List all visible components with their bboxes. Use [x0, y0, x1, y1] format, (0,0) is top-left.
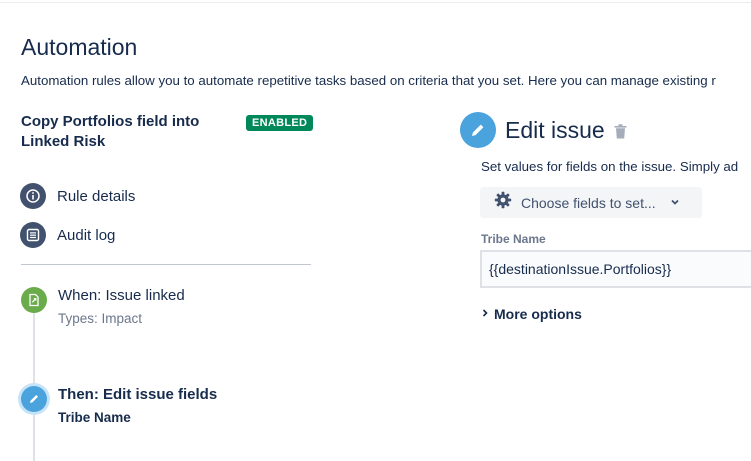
trigger-step-title: When: Issue linked: [58, 287, 185, 304]
action-step[interactable]: Then: Edit issue fields Tribe Name: [21, 386, 217, 425]
chevron-down-icon: [670, 194, 680, 212]
edit-pencil-icon: [460, 112, 496, 148]
top-border: [0, 0, 751, 3]
tribe-name-input[interactable]: [480, 250, 751, 288]
trigger-step-subtitle: Types: Impact: [58, 311, 143, 326]
gear-icon: [494, 191, 512, 214]
nav-label-audit-log: Audit log: [57, 226, 116, 244]
rule-title: Copy Portfolios field into Linked Risk: [21, 113, 200, 150]
action-step-title: Then: Edit issue fields: [58, 386, 218, 403]
pencil-icon: [21, 386, 47, 412]
nav-label-rule-details: Rule details: [57, 187, 136, 205]
trigger-icon: [21, 287, 47, 313]
chevron-right-icon: [481, 305, 489, 323]
page-description: Automation rules allow you to automate r…: [21, 73, 716, 88]
trigger-step[interactable]: When: Issue linked Types: Impact: [21, 287, 185, 326]
status-badge: ENABLED: [246, 115, 314, 131]
divider: [21, 264, 311, 265]
more-options-toggle[interactable]: More options: [481, 305, 582, 323]
trash-icon[interactable]: [614, 124, 627, 144]
nav-item-audit-log[interactable]: Audit log: [20, 222, 115, 248]
more-options-label: More options: [494, 306, 582, 322]
choose-fields-label: Choose fields to set...: [521, 194, 656, 211]
nav-item-rule-details[interactable]: Rule details: [20, 183, 135, 209]
page-title: Automation: [21, 34, 138, 60]
list-icon: [20, 222, 46, 248]
tribe-name-label: Tribe Name: [481, 232, 546, 246]
edit-issue-description: Set values for fields on the issue. Simp…: [481, 159, 739, 174]
action-step-subtitle: Tribe Name: [58, 410, 131, 425]
edit-issue-title: Edit issue: [505, 117, 605, 143]
info-icon: [20, 183, 46, 209]
choose-fields-dropdown[interactable]: Choose fields to set...: [480, 187, 702, 218]
